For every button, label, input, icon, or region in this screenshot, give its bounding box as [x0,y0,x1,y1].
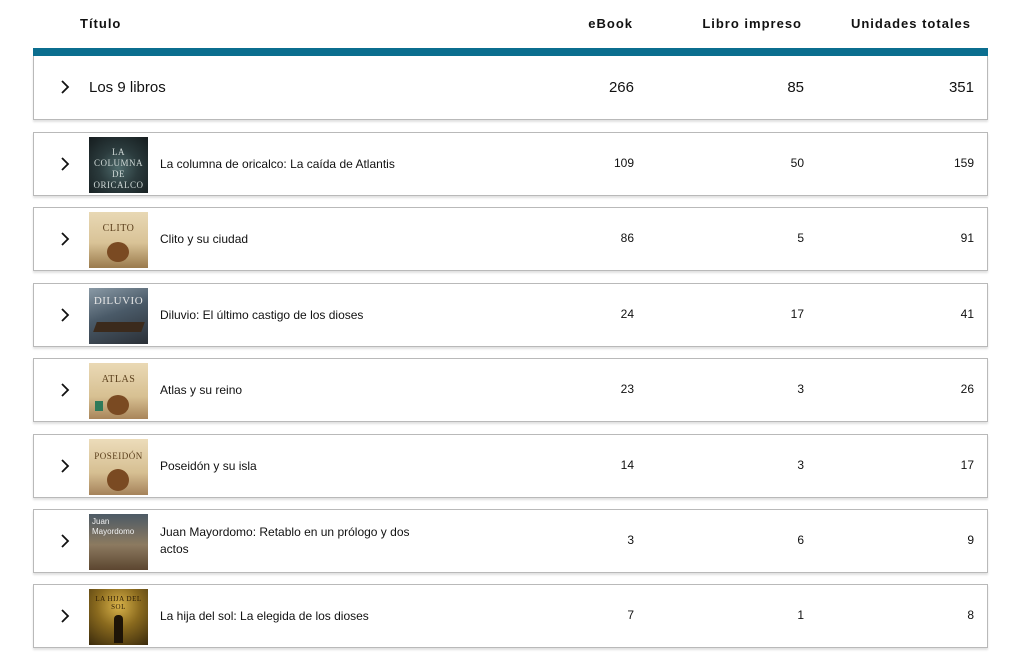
cover-figure-shape [114,615,123,643]
book-title: Diluvio: El último castigo de los dioses [160,308,364,322]
book-row[interactable]: DILUVIO Diluvio: El último castigo de lo… [33,283,988,347]
column-header-title[interactable]: Título [80,16,121,31]
book-total-units: 9 [967,533,974,547]
book-title: La columna de oricalco: La caída de Atla… [160,157,395,171]
book-cover-image: LA COLUMNA DE ORICALCO [89,137,148,193]
chevron-right-icon[interactable] [58,308,72,322]
book-ebook-units: 3 [627,533,634,547]
book-ebook-units: 109 [613,156,634,170]
book-total-units: 91 [960,231,974,245]
book-title: Juan Mayordomo: Retablo en un prólogo y … [160,525,410,556]
book-print-units: 3 [797,458,804,472]
book-cover-image: CLITO [89,212,148,268]
book-row[interactable]: LA HIJA DEL SOL La hija del sol: La eleg… [33,584,988,648]
chevron-right-icon[interactable] [58,383,72,397]
sales-table-page: Título eBook Libro impreso Unidades tota… [0,0,1024,658]
book-row[interactable]: CLITO Clito y su ciudad 86 5 91 [33,207,988,271]
chevron-right-icon[interactable] [58,534,72,548]
book-cover-image: DILUVIO [89,288,148,344]
book-ebook-units: 14 [620,458,634,472]
book-print-units: 50 [790,156,804,170]
book-print-units: 17 [790,307,804,321]
summary-row-all-books[interactable]: Los 9 libros 266 85 351 [33,56,988,120]
header-accent-bar [33,48,988,56]
chevron-right-icon[interactable] [58,232,72,246]
summary-label: Los 9 libros [89,79,166,96]
book-total-units: 26 [960,382,974,396]
book-print-units: 1 [797,608,804,622]
chevron-right-icon[interactable] [58,609,72,623]
book-title: La hija del sol: La elegida de los diose… [160,609,369,623]
book-total-units: 17 [960,458,974,472]
chevron-right-icon[interactable] [58,80,72,94]
book-cover-image: Juan Mayordomo [89,514,148,570]
chevron-right-icon[interactable] [58,459,72,473]
cover-flag-shape [95,401,103,411]
summary-print-units: 85 [787,79,804,96]
book-ebook-units: 86 [620,231,634,245]
chevron-right-icon[interactable] [58,157,72,171]
cover-ship-shape [93,322,145,332]
cover-helmet-shape [107,395,129,415]
book-total-units: 41 [960,307,974,321]
cover-helmet-shape [107,469,129,491]
book-cover-image: ATLAS [89,363,148,419]
book-print-units: 5 [797,231,804,245]
book-cover-image: LA HIJA DEL SOL [89,589,148,645]
book-print-units: 6 [797,533,804,547]
book-total-units: 159 [953,156,974,170]
book-title: Clito y su ciudad [160,232,249,246]
book-title: Poseidón y su isla [160,459,257,473]
book-row[interactable]: POSEIDÓN Poseidón y su isla 14 3 17 [33,434,988,498]
book-ebook-units: 23 [620,382,634,396]
book-row[interactable]: Juan Mayordomo Juan Mayordomo: Retablo e… [33,509,988,573]
column-header-ebook[interactable]: eBook [588,16,633,31]
book-total-units: 8 [967,608,974,622]
book-row[interactable]: ATLAS Atlas y su reino 23 3 26 [33,358,988,422]
table-header: Título eBook Libro impreso Unidades tota… [33,0,988,48]
summary-ebook-units: 266 [608,79,634,96]
book-title: Atlas y su reino [160,383,243,397]
book-cover-image: POSEIDÓN [89,439,148,495]
book-print-units: 3 [797,382,804,396]
book-ebook-units: 7 [627,608,634,622]
book-ebook-units: 24 [620,307,634,321]
column-header-print[interactable]: Libro impreso [702,16,802,31]
column-header-total-units[interactable]: Unidades totales [851,16,971,31]
book-row[interactable]: LA COLUMNA DE ORICALCO La columna de ori… [33,132,988,196]
summary-total-units: 351 [948,79,974,96]
cover-helmet-shape [107,242,129,262]
